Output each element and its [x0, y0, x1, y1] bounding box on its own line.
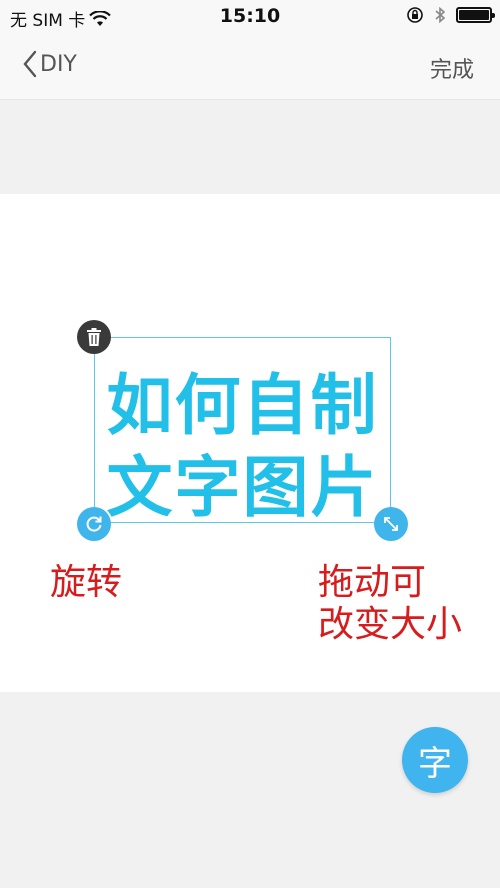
text-sticker[interactable]: 如何自制 文字图片: [94, 337, 391, 526]
battery-icon: [456, 7, 495, 23]
bluetooth-icon: [435, 6, 446, 24]
rotate-icon: [86, 516, 102, 532]
rotate-handle[interactable]: [77, 507, 111, 541]
add-text-button[interactable]: 字: [402, 727, 468, 793]
resize-annotation-line-2: 改变大小: [318, 604, 463, 645]
done-button[interactable]: 完成: [430, 52, 474, 84]
resize-arrows-icon: [384, 517, 398, 531]
status-bar: 无 SIM 卡 15:10: [0, 0, 500, 34]
chevron-left-icon: [23, 50, 37, 78]
trash-icon: [87, 328, 101, 346]
back-label: DIY: [40, 51, 77, 77]
resize-annotation-line-1: 拖动可: [318, 562, 427, 603]
sticker-line-2: 文字图片: [106, 449, 379, 526]
resize-annotation: 拖动可 改变大小: [318, 562, 462, 646]
delete-handle[interactable]: [77, 320, 111, 354]
status-right: [406, 6, 495, 24]
resize-handle[interactable]: [374, 507, 408, 541]
nav-bar: DIY 完成: [0, 34, 500, 100]
back-button[interactable]: DIY: [22, 50, 77, 78]
rotation-lock-icon: [407, 7, 423, 23]
rotate-annotation: 旋转: [50, 562, 123, 603]
